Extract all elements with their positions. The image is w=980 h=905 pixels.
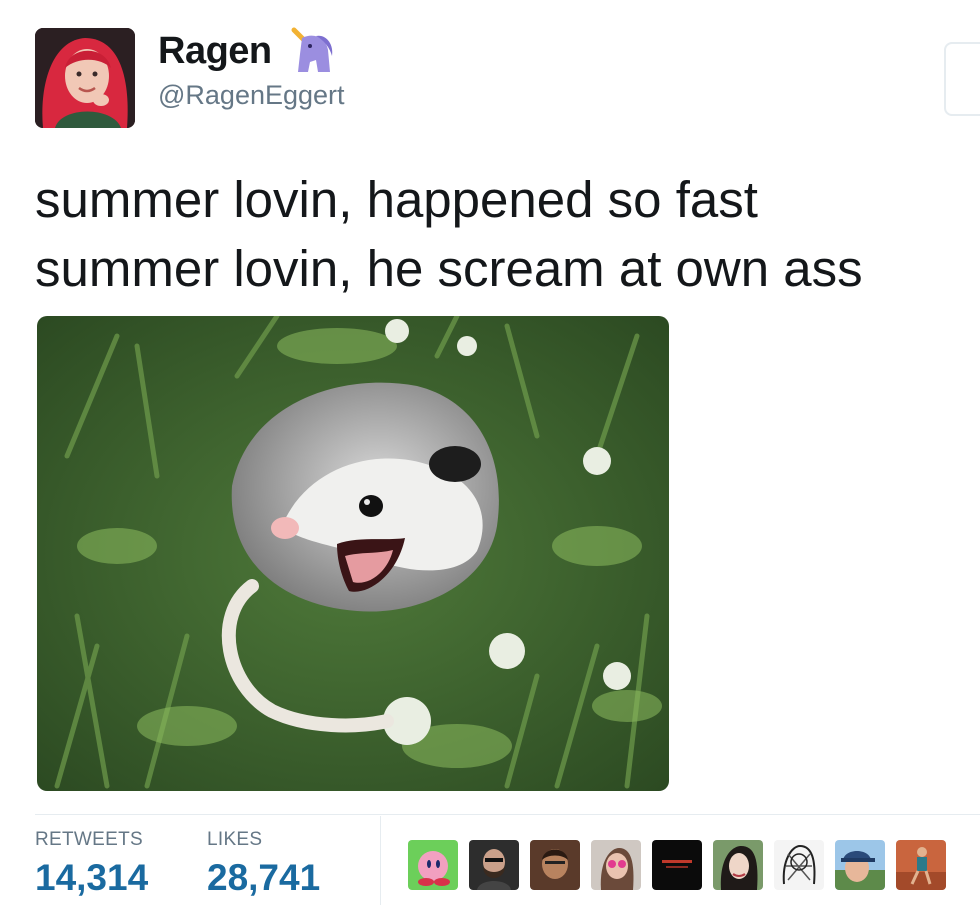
kirby-avatar-icon[interactable] xyxy=(408,840,458,890)
liker-avatars xyxy=(408,840,946,890)
portrait-avatar-icon[interactable] xyxy=(530,840,580,890)
dark-text-avatar-icon[interactable] xyxy=(652,840,702,890)
retweets-label: RETWEETS xyxy=(35,829,143,850)
tweet-text: summer lovin, happened so fast summer lo… xyxy=(35,171,863,297)
unicorn-icon xyxy=(286,24,338,76)
sketch-avatar-icon[interactable] xyxy=(774,840,824,890)
author-handle[interactable]: @RagenEggert xyxy=(158,80,345,111)
cap-selfie-avatar-icon[interactable] xyxy=(835,840,885,890)
author-avatar[interactable] xyxy=(35,28,135,128)
retweets-count[interactable]: 14,314 xyxy=(35,857,148,899)
stats-vertical-divider xyxy=(380,816,381,905)
bearded-man-avatar-icon[interactable] xyxy=(469,840,519,890)
likes-label: LIKES xyxy=(207,829,263,850)
author-name[interactable]: Ragen xyxy=(158,30,272,73)
follow-button[interactable] xyxy=(944,42,980,116)
likes-count[interactable]: 28,741 xyxy=(207,857,320,899)
stats-divider xyxy=(35,814,980,815)
running-woman-avatar-icon[interactable] xyxy=(896,840,946,890)
woman-pink-glasses-avatar-icon[interactable] xyxy=(591,840,641,890)
woman-dark-hair-avatar-icon[interactable] xyxy=(713,840,763,890)
tweet-media-image[interactable] xyxy=(37,316,669,791)
